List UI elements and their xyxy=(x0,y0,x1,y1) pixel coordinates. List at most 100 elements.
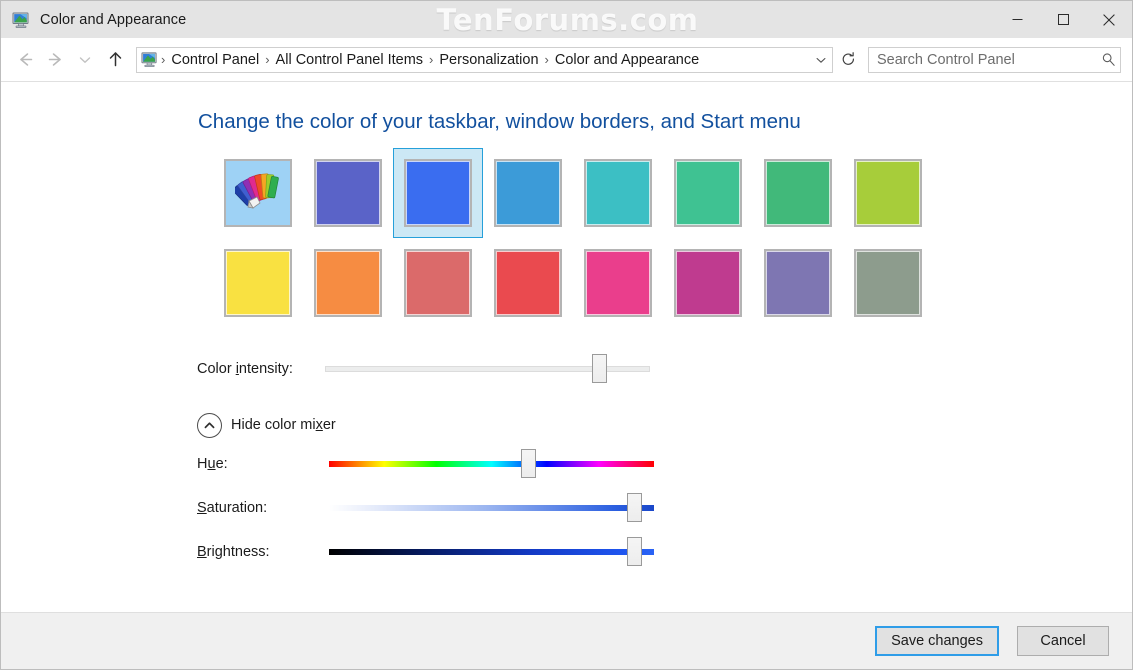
recent-locations-button[interactable] xyxy=(70,45,100,75)
breadcrumb-item-all-control-panel-items[interactable]: All Control Panel Items xyxy=(271,48,428,72)
swatch-fill xyxy=(854,249,922,317)
color-swatch-row xyxy=(213,148,933,238)
swatch-fill xyxy=(674,249,742,317)
swatch-fill xyxy=(854,159,922,227)
chevron-down-icon xyxy=(79,56,91,63)
brightness-row: Brightness: xyxy=(197,537,654,566)
label-text-before: H xyxy=(197,456,208,472)
slider-track xyxy=(329,461,654,467)
color-swatch-magenta[interactable] xyxy=(663,238,753,328)
color-swatch-green-teal[interactable] xyxy=(663,148,753,238)
hide-color-mixer-toggle[interactable]: Hide color mixer xyxy=(197,412,336,438)
hue-label: Hue: xyxy=(197,456,329,472)
color-swatch-sage-grey[interactable] xyxy=(843,238,933,328)
label-accelerator: B xyxy=(197,544,207,560)
swatch-inner-highlight xyxy=(676,161,740,225)
color-and-appearance-window: Color and Appearance TenForums.com › Con… xyxy=(0,0,1133,670)
brightness-label: Brightness: xyxy=(197,544,329,560)
swatch-fill xyxy=(764,249,832,317)
address-bar: › Control Panel › All Control Panel Item… xyxy=(1,38,1132,82)
search-icon[interactable] xyxy=(1096,52,1120,67)
color-swatch-salmon[interactable] xyxy=(393,238,483,328)
slider-thumb[interactable] xyxy=(521,449,536,478)
swatch-fill xyxy=(584,249,652,317)
chevron-down-icon xyxy=(816,57,826,63)
search-box[interactable] xyxy=(868,46,1121,73)
saturation-label: Saturation: xyxy=(197,500,329,516)
slider-thumb[interactable] xyxy=(627,493,642,522)
up-level-button[interactable] xyxy=(100,45,130,75)
color-swatch-lime[interactable] xyxy=(843,148,933,238)
swatch-inner-highlight xyxy=(856,251,920,315)
color-swatch-grid xyxy=(213,148,933,328)
label-text-before: Hide color mi xyxy=(231,417,316,433)
minimize-button[interactable] xyxy=(994,1,1040,38)
swatch-inner-highlight xyxy=(766,251,830,315)
forward-button[interactable] xyxy=(40,45,70,75)
window-controls xyxy=(994,1,1132,38)
color-palette-fan-icon xyxy=(235,173,279,209)
breadcrumb-item-color-and-appearance[interactable]: Color and Appearance xyxy=(550,48,704,72)
swatch-inner-highlight xyxy=(226,251,290,315)
hide-color-mixer-label: Hide color mixer xyxy=(231,417,336,433)
slider-thumb[interactable] xyxy=(627,537,642,566)
swatch-inner-highlight xyxy=(496,161,560,225)
color-swatch-blue[interactable] xyxy=(393,148,483,238)
hue-row: Hue: xyxy=(197,449,654,478)
color-swatch-red[interactable] xyxy=(483,238,573,328)
swatch-inner-highlight xyxy=(316,161,380,225)
refresh-button[interactable] xyxy=(835,47,861,73)
breadcrumb-item-control-panel[interactable]: Control Panel xyxy=(166,48,264,72)
color-intensity-label: Color intensity: xyxy=(197,361,293,377)
color-swatch-pink[interactable] xyxy=(573,238,663,328)
brightness-slider[interactable] xyxy=(329,537,654,566)
swatch-fill xyxy=(674,159,742,227)
chevron-up-circle-icon[interactable] xyxy=(197,412,222,438)
swatch-fill xyxy=(224,159,292,227)
swatch-fill xyxy=(584,159,652,227)
color-intensity-slider[interactable] xyxy=(324,354,650,383)
title-bar[interactable]: Color and Appearance xyxy=(1,1,1132,38)
saturation-slider[interactable] xyxy=(329,493,654,522)
back-button[interactable] xyxy=(10,45,40,75)
hue-slider[interactable] xyxy=(329,449,654,478)
slider-track xyxy=(329,549,654,555)
color-swatch-row xyxy=(213,238,933,328)
swatch-fill xyxy=(494,159,562,227)
label-text-after: rightness: xyxy=(206,544,270,560)
label-text-after: ntensity: xyxy=(238,361,293,377)
color-swatch-green[interactable] xyxy=(753,148,843,238)
color-swatch-custom-color[interactable] xyxy=(213,148,303,238)
color-swatch-orange[interactable] xyxy=(303,238,393,328)
close-button[interactable] xyxy=(1086,1,1132,38)
search-input[interactable] xyxy=(869,51,1096,68)
color-swatch-teal[interactable] xyxy=(573,148,663,238)
color-swatch-indigo[interactable] xyxy=(303,148,393,238)
dialog-footer: Save changes Cancel xyxy=(1,612,1132,669)
breadcrumb-dropdown-button[interactable] xyxy=(810,53,832,67)
breadcrumb-item-personalization[interactable]: Personalization xyxy=(434,48,543,72)
swatch-inner-highlight xyxy=(406,251,470,315)
slider-track xyxy=(329,505,654,511)
save-changes-button[interactable]: Save changes xyxy=(875,626,999,656)
swatch-fill xyxy=(404,159,472,227)
swatch-inner-highlight xyxy=(766,161,830,225)
content-area: Change the color of your taskbar, window… xyxy=(1,82,1132,612)
breadcrumb[interactable]: › Control Panel › All Control Panel Item… xyxy=(136,46,833,73)
maximize-button[interactable] xyxy=(1040,1,1086,38)
swatch-fill xyxy=(314,159,382,227)
color-swatch-sky-blue[interactable] xyxy=(483,148,573,238)
label-text-after: e: xyxy=(215,456,228,472)
cancel-button[interactable]: Cancel xyxy=(1017,626,1109,656)
swatch-inner-highlight xyxy=(586,161,650,225)
slider-thumb[interactable] xyxy=(591,354,607,383)
page-title: Change the color of your taskbar, window… xyxy=(198,110,801,133)
color-swatch-purple-grey[interactable] xyxy=(753,238,843,328)
swatch-fill xyxy=(764,159,832,227)
label-text-after: aturation: xyxy=(206,500,268,516)
label-text-after: er xyxy=(322,417,336,433)
swatch-fill xyxy=(404,249,472,317)
refresh-icon xyxy=(842,52,854,65)
swatch-inner-highlight xyxy=(586,251,650,315)
color-swatch-yellow[interactable] xyxy=(213,238,303,328)
